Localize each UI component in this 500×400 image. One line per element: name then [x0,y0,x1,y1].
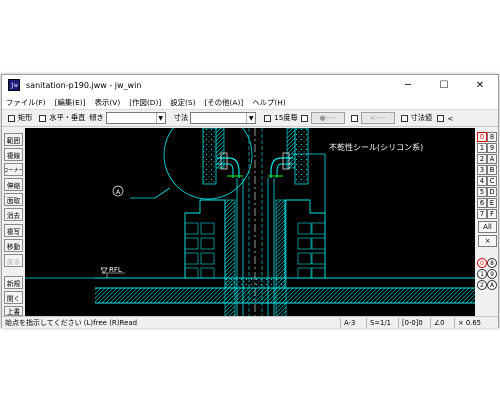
menu-help[interactable]: ヘルプ(H) [252,97,286,108]
layer-group-f[interactable]: F [487,209,497,219]
layer-group-b[interactable]: B [487,165,497,175]
status-angle[interactable]: ∠0 [430,318,444,328]
layer-group-8[interactable]: 8 [487,132,497,142]
layer-group-2[interactable]: 2 [477,154,487,164]
cmd-stretch[interactable]: 伸縮 [4,178,23,191]
layer-circle-1[interactable]: 1 [477,269,487,279]
dimval-label: 寸法値 [410,113,433,122]
status-zoom[interactable]: × 0.65 [454,318,481,328]
status-bar: 始点を指示してください (L)free (R)Read A-3 S=1/1 [0… [2,316,498,328]
status-layer[interactable]: [0-0]0 [398,318,423,328]
menu-other[interactable]: [その他(A)] [204,97,243,108]
title-bar: jw sanitation-p190.jww - jw_win ─ ☐ ✕ [2,75,498,95]
layer-group-9[interactable]: 9 [487,143,497,153]
menu-edit[interactable]: [編集(E)] [55,97,86,108]
menu-file[interactable]: ファイル(F) [6,97,46,108]
app-window: jw sanitation-p190.jww - jw_win ─ ☐ ✕ ファ… [1,74,499,328]
slope-combo[interactable]: ▼ [105,112,166,124]
hv-label: 水平・垂直 [49,113,86,122]
layer-group-4[interactable]: 4 [477,176,487,186]
layer-x-button[interactable]: × [478,235,497,247]
layer-group-3[interactable]: 3 [477,165,487,175]
status-message: 始点を指示してください (L)free (R)Read [5,318,138,327]
layer-circle-9[interactable]: 9 [487,269,497,279]
drawing-canvas[interactable]: A 不乾性シール(シリコン系) RFL [25,128,475,316]
deg15-label: 15度毎 [274,113,298,122]
all-layers-button[interactable]: All [478,221,497,233]
dash2-button[interactable]: <---- [360,112,395,124]
jw-app-icon[interactable]: jw [8,79,20,91]
cmd-offset[interactable]: 複線 [4,148,23,161]
cmd-move[interactable]: 移動 [4,239,23,252]
dash1-checkbox[interactable] [300,114,308,122]
layer-group-0[interactable]: 0 [477,132,487,142]
window-controls: ─ ☐ ✕ [390,75,498,95]
chevron-down-icon: ▼ [155,113,165,123]
cmd-new[interactable]: 新規 [4,276,23,289]
rect-label: 矩形 [18,113,33,122]
layer-circle-8[interactable]: 8 [487,258,497,268]
maximize-button[interactable]: ☐ [426,75,462,95]
window-title: sanitation-p190.jww - jw_win [26,80,142,90]
layer-circle-0[interactable]: 0 [477,258,487,268]
layer-group-d[interactable]: D [487,187,497,197]
menu-view[interactable]: 表示(V) [95,97,121,108]
cmd-erase[interactable]: 消去 [4,208,23,221]
layer-group-1[interactable]: 1 [477,143,487,153]
layer-circle-2[interactable]: 2 [477,280,487,290]
chevron-down-icon: ▼ [246,113,255,123]
seal-annotation: 不乾性シール(シリコン系) [329,142,423,152]
rect-checkbox[interactable] [8,114,15,122]
dim-combo[interactable]: ▼ [190,112,257,124]
dim-label: 寸法 [173,113,189,122]
close-button[interactable]: ✕ [462,75,498,95]
hv-checkbox[interactable] [39,114,47,122]
dash1-button[interactable]: ●---- [310,112,345,124]
minimize-button[interactable]: ─ [390,75,426,95]
layer-panel: 0 8 1 9 2 A 3 B 4 C 5 D 6 E 7 F All × 0 … [476,128,498,316]
level-label: RFL [109,266,122,274]
deg15-checkbox[interactable] [264,114,272,122]
layer-group-5[interactable]: 5 [477,187,487,197]
cmd-copy[interactable]: 複写 [4,224,23,237]
layer-group-c[interactable]: C [487,176,497,186]
layer-group-7[interactable]: 7 [477,209,487,219]
cmd-range[interactable]: 範囲 [4,133,23,146]
status-scale[interactable]: S=1/1 [366,318,391,328]
slope-label: 傾き [89,113,104,122]
layer-group-a[interactable]: A [487,154,497,164]
layer-circle-a[interactable]: A [487,280,497,290]
menu-settings[interactable]: 設定(S) [170,97,195,108]
left-command-panel: 範囲 複線 コーナー 伸縮 面取 消去 複写 移動 戻る 新規 開く 上書 [2,128,24,316]
menu-draw[interactable]: [作図(D)] [129,97,161,108]
cmd-chamfer[interactable]: 面取 [4,193,23,206]
cmd-overwrite[interactable]: 上書 [4,306,23,316]
layer-group-6[interactable]: 6 [477,198,487,208]
status-paper[interactable]: A-3 [340,318,355,328]
menu-bar: ファイル(F) [編集(E)] 表示(V) [作図(D)] 設定(S) [その他… [2,95,498,109]
marker-label: A [116,189,121,196]
line-toolbar: 矩形 水平・垂直 傾き ▼ 寸法 ▼ 15度毎 ●---- <---- 寸法値 … [2,109,498,127]
dimval-checkbox[interactable] [400,114,408,122]
cmd-open[interactable]: 開く [4,291,23,304]
cmd-undo[interactable]: 戻る [4,254,23,267]
cmd-corner[interactable]: コーナー [4,163,23,176]
lt-label: < [447,113,454,123]
layer-group-e[interactable]: E [487,198,497,208]
leader-line-a [130,187,171,199]
lt-checkbox[interactable] [437,114,445,122]
cad-drawing: A 不乾性シール(シリコン系) RFL [25,128,475,316]
dash2-checkbox[interactable] [350,114,358,122]
